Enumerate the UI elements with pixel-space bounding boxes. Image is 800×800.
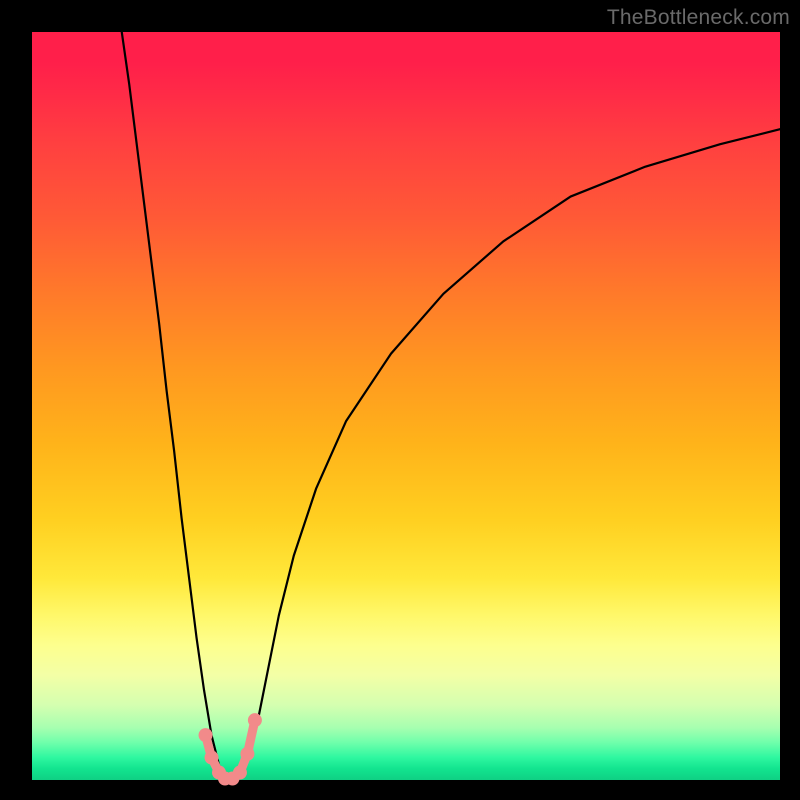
marker-dot	[233, 766, 247, 780]
marker-dot	[205, 751, 219, 765]
watermark-text: TheBottleneck.com	[607, 6, 790, 30]
marker-dot	[199, 728, 213, 742]
bottleneck-curve-path	[122, 32, 780, 780]
curve-marker-dots	[199, 713, 262, 785]
marker-dot	[240, 747, 254, 761]
chart-frame: TheBottleneck.com	[0, 0, 800, 800]
chart-svg	[32, 32, 780, 780]
marker-dot	[248, 713, 262, 727]
